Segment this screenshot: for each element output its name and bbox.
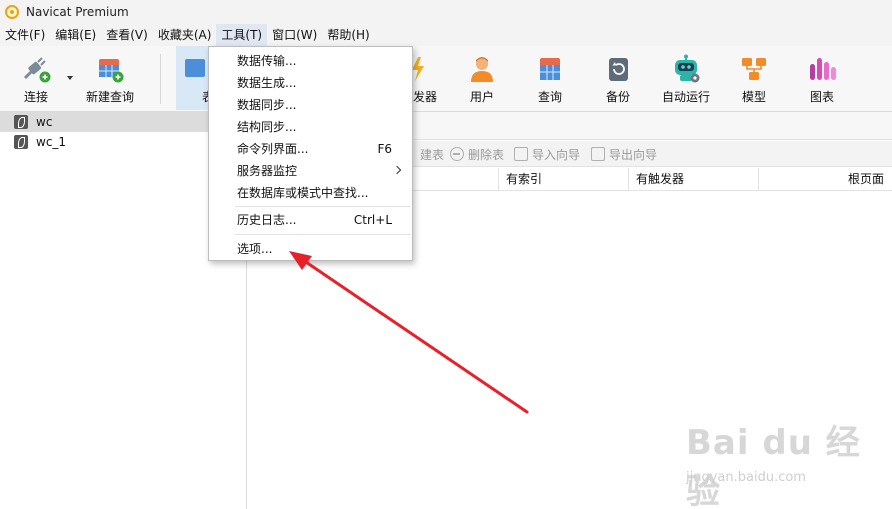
menu-item-structure-sync[interactable]: 结构同步... — [209, 116, 412, 138]
delete-table-label: 删除表 — [468, 147, 505, 162]
import-wizard-button[interactable]: 导入向导 — [514, 141, 580, 167]
export-wizard-label: 导出向导 — [609, 147, 658, 162]
watermark-url: jingyan.baidu.com — [686, 470, 806, 485]
menu-item-label: 历史日志... — [237, 213, 297, 227]
toolbar-divider — [160, 54, 161, 104]
import-icon — [514, 147, 528, 161]
column-has-index[interactable]: 有索引 — [498, 168, 628, 191]
menu-edit[interactable]: 编辑(E) — [50, 24, 101, 46]
new-query-button[interactable]: 新建查询 — [82, 46, 138, 110]
export-icon — [591, 147, 605, 161]
auto-run-label: 自动运行 — [661, 90, 710, 104]
menu-view[interactable]: 查看(V) — [101, 24, 153, 46]
menu-item-label: 数据传输... — [237, 54, 297, 68]
menu-bar: 文件(F) 编辑(E) 查看(V) 收藏夹(A) 工具(T) 窗口(W) 帮助(… — [0, 24, 892, 46]
menu-item-label: 数据同步... — [237, 98, 297, 112]
menu-item-label: 命令列界面... — [237, 142, 309, 156]
menu-item-history-log[interactable]: 历史日志... Ctrl+L — [209, 209, 412, 231]
sqlite-connection-icon — [14, 135, 28, 149]
delete-table-button[interactable]: 删除表 — [450, 141, 504, 167]
chevron-right-icon — [392, 165, 402, 175]
menu-item-shortcut: Ctrl+L — [353, 213, 392, 227]
menu-item-label: 服务器监控 — [237, 164, 298, 178]
menu-divider — [235, 206, 411, 207]
window-title: Navicat Premium — [26, 5, 129, 19]
backup-button[interactable]: 备份 — [594, 46, 642, 110]
menu-tools[interactable]: 工具(T) — [216, 24, 268, 46]
menu-item-find-in-database[interactable]: 在数据库或模式中查找... — [209, 182, 412, 204]
connection-name: wc_1 — [36, 135, 67, 149]
sqlite-connection-icon — [14, 115, 28, 129]
menu-item-options[interactable]: 选项... — [209, 238, 412, 260]
tools-menu-dropdown: 数据传输... 数据生成... 数据同步... 结构同步... 命令列界面...… — [208, 46, 413, 261]
model-button[interactable]: 模型 — [730, 46, 778, 110]
connection-plug-icon — [21, 54, 51, 84]
menu-item-label: 数据生成... — [237, 76, 297, 90]
menu-item-shortcut: F6 — [377, 142, 392, 156]
chart-button[interactable]: 图表 — [798, 46, 846, 110]
menu-divider — [235, 234, 411, 235]
watermark-logo: Bai du 经验 — [686, 423, 861, 509]
menu-item-label: 结构同步... — [237, 120, 297, 134]
import-wizard-label: 导入向导 — [532, 147, 581, 162]
model-icon — [739, 54, 769, 84]
menu-help[interactable]: 帮助(H) — [322, 24, 374, 46]
robot-icon — [671, 54, 701, 84]
export-wizard-button[interactable]: 导出向导 — [591, 141, 657, 167]
table-button[interactable]: 表 — [176, 46, 214, 110]
user-icon — [467, 54, 497, 84]
menu-item-server-monitor[interactable]: 服务器监控 — [209, 160, 412, 182]
menu-item-command-line[interactable]: 命令列界面... F6 — [209, 138, 412, 160]
new-query-icon — [95, 54, 125, 84]
menu-window[interactable]: 窗口(W) — [267, 24, 322, 46]
menu-item-label: 在数据库或模式中查找... — [237, 186, 369, 200]
navicat-logo-icon — [5, 5, 19, 19]
chart-icon — [807, 54, 837, 84]
column-has-trigger[interactable]: 有触发器 — [628, 168, 758, 191]
chart-label: 图表 — [809, 90, 834, 104]
chevron-down-icon[interactable] — [67, 76, 73, 80]
menu-item-data-generation[interactable]: 数据生成... — [209, 72, 412, 94]
model-label: 模型 — [741, 90, 766, 104]
backup-icon — [603, 54, 633, 84]
minus-circle-icon — [450, 147, 464, 161]
new-table-button[interactable]: 建表 — [420, 141, 444, 167]
main-toolbar: 连接 新建查询 表 发器 — [0, 46, 892, 112]
query-label: 查询 — [537, 90, 562, 104]
menu-file[interactable]: 文件(F) — [0, 24, 50, 46]
new-query-label: 新建查询 — [85, 90, 134, 104]
user-label: 用户 — [469, 90, 494, 104]
title-bar: Navicat Premium — [0, 0, 892, 24]
user-button[interactable]: 用户 — [458, 46, 506, 110]
menu-favorites[interactable]: 收藏夹(A) — [153, 24, 217, 46]
menu-item-data-transfer[interactable]: 数据传输... — [209, 50, 412, 72]
connection-label: 连接 — [23, 90, 48, 104]
query-icon — [535, 54, 565, 84]
menu-item-data-sync[interactable]: 数据同步... — [209, 94, 412, 116]
column-root-page[interactable]: 根页面 — [758, 168, 892, 191]
connection-button[interactable]: 连接 — [8, 46, 64, 110]
query-button[interactable]: 查询 — [526, 46, 574, 110]
menu-item-label: 选项... — [237, 242, 273, 256]
trigger-label: 发器 — [413, 90, 438, 104]
baidu-watermark: Bai du 经验 jingyan.baidu.com — [686, 415, 876, 509]
backup-label: 备份 — [605, 90, 630, 104]
auto-run-button[interactable]: 自动运行 — [658, 46, 714, 110]
connection-name: wc — [36, 115, 53, 129]
